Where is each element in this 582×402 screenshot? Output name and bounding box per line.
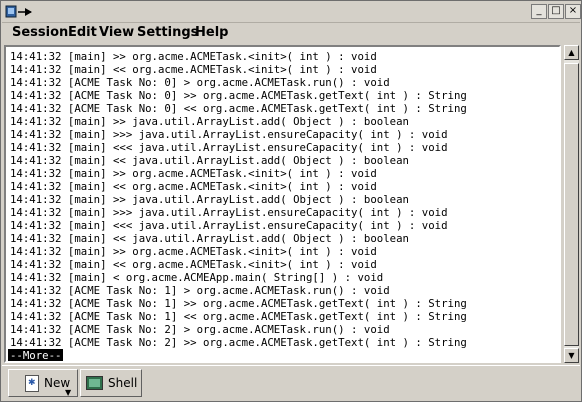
menu-session[interactable]: Session xyxy=(12,25,68,40)
terminal-line: 14:41:32 [main] << org.acme.ACMETask.<in… xyxy=(10,180,377,193)
session-tab-bar: ✱ New ▼ Shell xyxy=(2,365,580,401)
terminal-line: 14:41:32 [main] >> org.acme.ACMETask.<in… xyxy=(10,245,377,258)
terminal-line: 14:41:32 [ACME Task No: 1] >> org.acme.A… xyxy=(10,297,467,310)
terminal-line: 14:41:32 [main] <<< java.util.ArrayList.… xyxy=(10,141,448,154)
new-document-icon: ✱ xyxy=(25,375,39,392)
tab-shell[interactable]: Shell xyxy=(80,369,142,397)
tab-shell-label: Shell xyxy=(108,376,138,390)
terminal-icon xyxy=(86,376,103,390)
terminal-line: 14:41:32 [main] < org.acme.ACMEApp.main(… xyxy=(10,271,384,284)
close-button[interactable]: × xyxy=(565,4,581,19)
terminal-line: 14:41:32 [ACME Task No: 1] << org.acme.A… xyxy=(10,310,467,323)
maximize-button[interactable]: □ xyxy=(548,4,564,19)
scroll-up-arrow-icon[interactable]: ▲ xyxy=(564,45,579,60)
menu-view[interactable]: View xyxy=(99,25,134,40)
terminal-line: 14:41:32 [main] <<< java.util.ArrayList.… xyxy=(10,219,448,232)
terminal-line: 14:41:32 [ACME Task No: 0] << org.acme.A… xyxy=(10,102,467,115)
konsole-window: _ □ × Session Edit View Settings Help 14… xyxy=(0,0,582,402)
terminal-line: 14:41:32 [main] >> java.util.ArrayList.a… xyxy=(10,193,409,206)
terminal-line: 14:41:32 [main] >>> java.util.ArrayList.… xyxy=(10,206,448,219)
menu-edit[interactable]: Edit xyxy=(68,25,97,40)
menu-help[interactable]: Help xyxy=(195,25,228,40)
minimize-button[interactable]: _ xyxy=(531,4,547,19)
scrollbar-thumb[interactable] xyxy=(564,63,579,346)
terminal-line: 14:41:32 [main] >> org.acme.ACMETask.<in… xyxy=(10,50,377,63)
scroll-down-arrow-icon[interactable]: ▼ xyxy=(564,348,579,363)
menu-settings[interactable]: Settings xyxy=(137,25,198,40)
terminal-frame: 14:41:32 [main] >> org.acme.ACMETask.<in… xyxy=(4,45,561,363)
new-session-button[interactable]: ✱ New ▼ xyxy=(8,369,78,397)
terminal-line: 14:41:32 [main] >> java.util.ArrayList.a… xyxy=(10,115,409,128)
terminal-line: 14:41:32 [main] >> org.acme.ACMETask.<in… xyxy=(10,167,377,180)
title-bar[interactable]: _ □ × xyxy=(2,2,581,23)
app-icon xyxy=(5,5,32,18)
chevron-down-icon[interactable]: ▼ xyxy=(65,388,71,397)
terminal-line: 14:41:32 [ACME Task No: 2] >> org.acme.A… xyxy=(10,336,467,349)
terminal-line: 14:41:32 [ACME Task No: 2] > org.acme.AC… xyxy=(10,323,390,336)
terminal-line: 14:41:32 [ACME Task No: 0] > org.acme.AC… xyxy=(10,76,390,89)
terminal-line: 14:41:32 [main] >>> java.util.ArrayList.… xyxy=(10,128,448,141)
terminal-line: 14:41:32 [main] << java.util.ArrayList.a… xyxy=(10,154,409,167)
vertical-scrollbar[interactable]: ▲ ▼ xyxy=(563,45,580,363)
menu-bar: Session Edit View Settings Help xyxy=(2,23,580,43)
terminal-line: 14:41:32 [main] << java.util.ArrayList.a… xyxy=(10,232,409,245)
terminal-line: 14:41:32 [main] << org.acme.ACMETask.<in… xyxy=(10,63,377,76)
pager-prompt: --More-- xyxy=(8,349,64,361)
terminal-line: 14:41:32 [main] << org.acme.ACMETask.<in… xyxy=(10,258,377,271)
terminal-output[interactable]: 14:41:32 [main] >> org.acme.ACMETask.<in… xyxy=(8,49,558,361)
terminal-line: 14:41:32 [ACME Task No: 0] >> org.acme.A… xyxy=(10,89,467,102)
terminal-line: 14:41:32 [ACME Task No: 1] > org.acme.AC… xyxy=(10,284,390,297)
